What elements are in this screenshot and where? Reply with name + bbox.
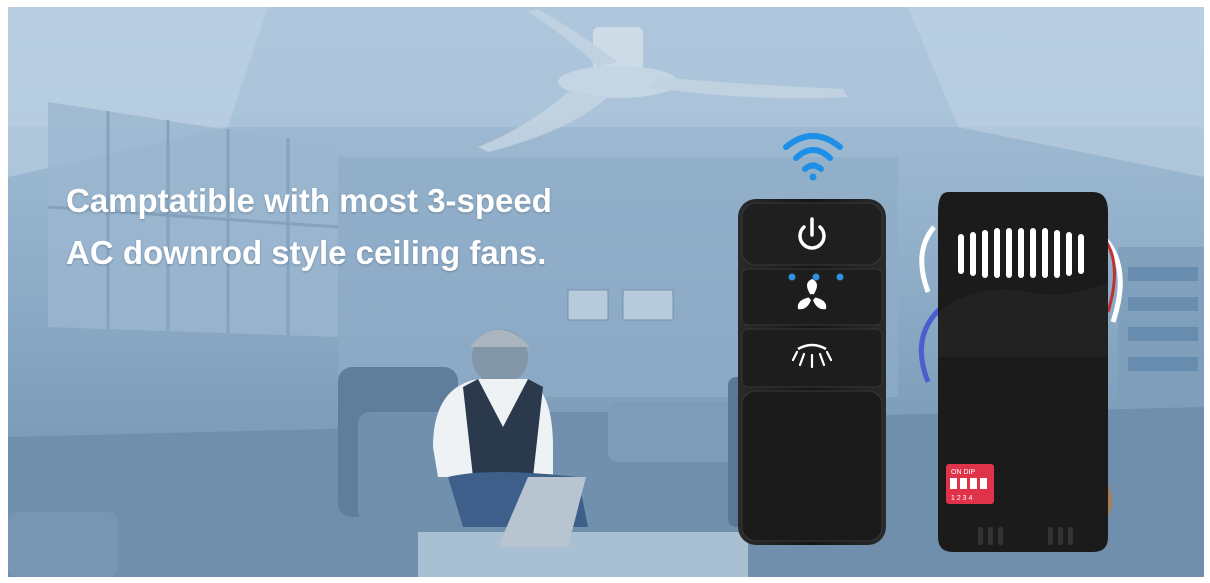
headline-text: Camptatible with most 3-speed AC downrod… <box>66 175 552 279</box>
product-scene: Camptatible with most 3-speed AC downrod… <box>8 7 1204 577</box>
wifi-icon <box>783 133 843 181</box>
headline-line-2: AC downrod style ceiling fans. <box>66 234 547 271</box>
dip-numbers: 1 2 3 4 <box>951 495 973 502</box>
headline-line-1: Camptatible with most 3-speed <box>66 182 552 219</box>
dip-top-label: ON DIP <box>951 469 975 476</box>
receiver-module: ON DIP 1 2 3 4 <box>918 192 1123 552</box>
power-icon <box>798 217 826 250</box>
fan-icon <box>797 279 827 310</box>
light-icon <box>792 343 832 369</box>
